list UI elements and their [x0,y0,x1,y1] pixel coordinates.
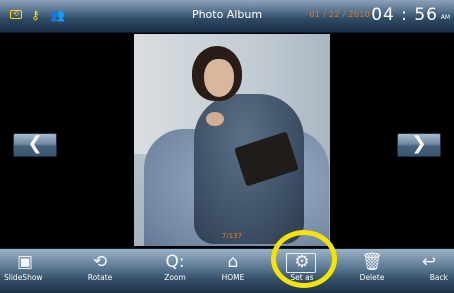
slideshow-button[interactable]: ▣ SlideShow [0,249,50,293]
back-label: Back [429,273,448,282]
back-icon: ↩ [421,252,437,272]
delete-label: Delete [359,273,385,282]
chevron-left-icon: ❮ [27,133,43,154]
set-as-highlight-circle [271,230,337,288]
date-display: 01 / 22 / 2010 [309,10,370,19]
back-button[interactable]: ↩ Back [404,249,454,293]
next-photo-button[interactable]: ❯ [397,133,441,157]
zoom-icon: Q: [165,252,185,272]
chevron-right-icon: ❯ [411,133,427,154]
rotate-label: Rotate [87,273,113,282]
slideshow-label: SlideShow [4,273,43,282]
rotate-button[interactable]: ⟲ Rotate [70,249,130,293]
rotate-icon: ⟲ [92,252,108,272]
zoom-label: Zoom [164,273,186,282]
photo-album-screen: ⟲ ⚷ 👥 Photo Album 01 / 22 / 2010 04 : 56… [0,0,454,293]
zoom-button[interactable]: Q: Zoom [145,249,205,293]
top-status-bar: ⟲ ⚷ 👥 Photo Album 01 / 22 / 2010 04 : 56… [0,0,454,33]
photo-viewer[interactable]: 7/137 [134,34,330,246]
home-label: HOME [221,273,245,282]
slideshow-icon: ▣ [16,252,34,272]
bottom-toolbar: ▣ SlideShow ⟲ Rotate Q: Zoom ⌂ HOME ⚙ Se… [0,248,454,293]
home-button[interactable]: ⌂ HOME [203,249,263,293]
time-display: 04 : 56 [371,5,438,25]
previous-photo-button[interactable]: ❮ [13,133,57,157]
am-pm-indicator: AM [440,14,450,21]
delete-button[interactable]: 🗑 Delete [342,249,402,293]
delete-icon: 🗑 [361,252,383,272]
home-icon: ⌂ [227,252,239,272]
